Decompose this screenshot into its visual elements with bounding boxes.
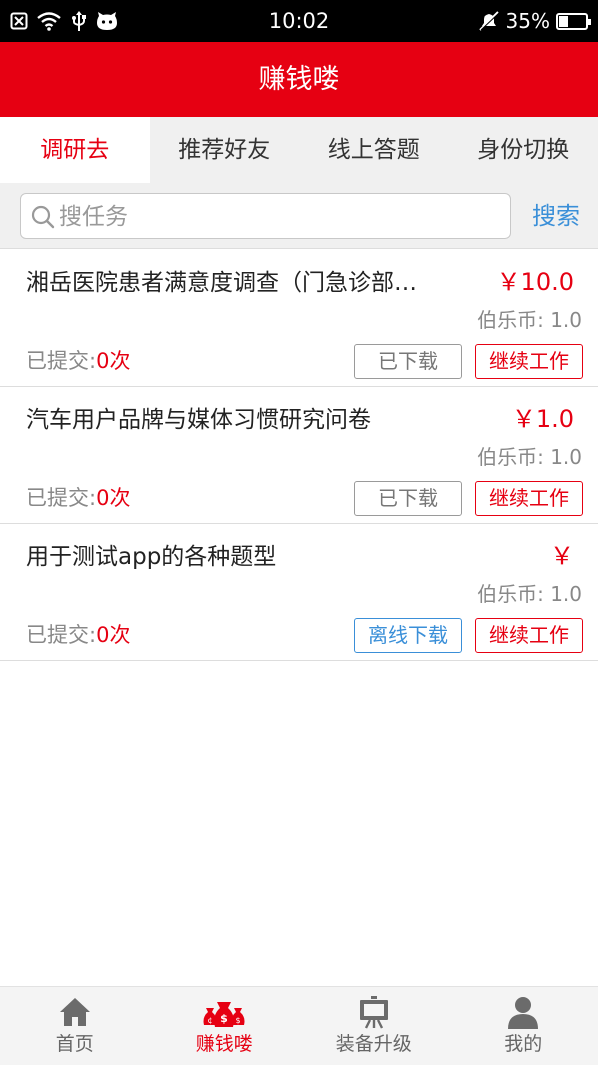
tab-switch-identity[interactable]: 身份切换 [449, 117, 598, 183]
tab-bar: 调研去 推荐好友 线上答题 身份切换 [0, 117, 598, 183]
task-price: ￥ [550, 542, 574, 570]
nav-equipment-upgrade-label: 装备升级 [335, 1033, 412, 1055]
status-icons-right: 35% [478, 9, 591, 33]
money-bags-icon: $ ¢ $ [203, 1002, 245, 1027]
user-icon [508, 997, 539, 1029]
task-list: 湘岳医院患者满意度调查（门急诊部… ￥10.0 伯乐币: 1.0 已提交:0次 … [0, 250, 598, 661]
submitted-count: 0次 [96, 623, 131, 647]
nav-equipment-upgrade[interactable]: 装备升级 [299, 987, 449, 1065]
mute-icon [478, 11, 499, 31]
task-title: 汽车用户品牌与媒体习惯研究问卷 [26, 407, 371, 433]
coin-label: 伯乐币: [477, 582, 544, 606]
coin-label: 伯乐币: [477, 308, 544, 332]
coin-value: 1.0 [550, 582, 582, 606]
task-submitted: 已提交:0次 [26, 347, 130, 375]
svg-text:¢: ¢ [208, 1016, 213, 1025]
downloaded-button[interactable]: 已下载 [354, 481, 462, 516]
nav-home[interactable]: 首页 [0, 987, 150, 1065]
bottom-nav: 首页 $ ¢ $ 赚钱喽 装备升级 我的 [0, 986, 598, 1065]
task-price: ￥10.0 [496, 268, 574, 296]
submitted-label: 已提交: [26, 486, 97, 510]
task-title: 用于测试app的各种题型 [26, 544, 277, 570]
search-button[interactable]: 搜索 [528, 193, 584, 239]
nav-mine[interactable]: 我的 [449, 987, 598, 1065]
svg-text:$: $ [220, 1012, 228, 1025]
task-coin: 伯乐币: 1.0 [477, 307, 582, 333]
battery-percent: 35% [505, 9, 550, 33]
search-icon [31, 205, 55, 229]
nav-home-label: 首页 [55, 1033, 94, 1055]
task-coin: 伯乐币: 1.0 [477, 581, 582, 607]
coin-label: 伯乐币: [477, 445, 544, 469]
continue-work-button[interactable]: 继续工作 [475, 481, 583, 516]
task-submitted: 已提交:0次 [26, 484, 130, 512]
task-title: 湘岳医院患者满意度调查（门急诊部… [26, 270, 417, 296]
task-item[interactable]: 用于测试app的各种题型 ￥ 伯乐币: 1.0 已提交:0次 离线下载 继续工作 [0, 524, 598, 661]
nav-earn-money-label: 赚钱喽 [195, 1033, 253, 1055]
search-box[interactable] [20, 193, 511, 239]
screen: 10:02 35% 赚钱喽 调研去 推荐好友 线上答题 身份切换 搜索 湘岳医院… [0, 0, 598, 1065]
coin-value: 1.0 [550, 308, 582, 332]
task-item[interactable]: 汽车用户品牌与媒体习惯研究问卷 ￥1.0 伯乐币: 1.0 已提交:0次 已下载… [0, 387, 598, 524]
status-bar: 10:02 35% [0, 0, 598, 42]
task-item[interactable]: 湘岳医院患者满意度调查（门急诊部… ￥10.0 伯乐币: 1.0 已提交:0次 … [0, 250, 598, 387]
downloaded-button[interactable]: 已下载 [354, 344, 462, 379]
search-bar: 搜索 [0, 183, 598, 249]
battery-fill [559, 15, 568, 27]
submitted-label: 已提交: [26, 623, 97, 647]
svg-text:$: $ [236, 1016, 241, 1025]
tab-recommend-friends[interactable]: 推荐好友 [150, 117, 300, 183]
submitted-count: 0次 [96, 486, 131, 510]
nav-earn-money[interactable]: $ ¢ $ 赚钱喽 [150, 987, 300, 1065]
task-coin: 伯乐币: 1.0 [477, 444, 582, 470]
continue-work-button[interactable]: 继续工作 [475, 344, 583, 379]
continue-work-button[interactable]: 继续工作 [475, 618, 583, 653]
home-icon [59, 998, 90, 1026]
submitted-label: 已提交: [26, 349, 97, 373]
battery-icon [556, 12, 591, 30]
tab-online-quiz[interactable]: 线上答题 [299, 117, 449, 183]
task-price: ￥1.0 [511, 405, 574, 433]
offline-download-button[interactable]: 离线下载 [354, 618, 462, 653]
easel-icon [359, 996, 388, 1029]
task-submitted: 已提交:0次 [26, 621, 130, 649]
page-title: 赚钱喽 [0, 42, 598, 117]
tab-research[interactable]: 调研去 [0, 117, 150, 183]
search-input[interactable] [59, 200, 499, 234]
coin-value: 1.0 [550, 445, 582, 469]
nav-mine-label: 我的 [504, 1033, 543, 1055]
submitted-count: 0次 [96, 349, 131, 373]
